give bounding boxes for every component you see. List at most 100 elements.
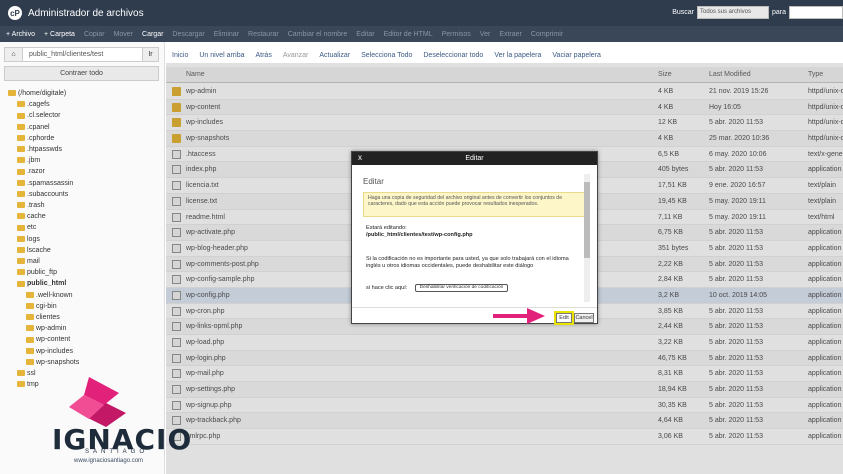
search-input[interactable]: [789, 6, 843, 19]
folder-icon: [26, 347, 34, 354]
tree-item-label: ssl: [27, 370, 36, 378]
toolbar-action-13[interactable]: Extraer: [499, 31, 522, 38]
tree-item-label: public_ftp: [27, 269, 57, 277]
tree-item-label: .subaccounts: [27, 190, 69, 198]
tree-item[interactable]: lscache: [8, 245, 79, 256]
tree-item[interactable]: cgi-bin: [8, 301, 79, 312]
tree-item-label: lscache: [27, 246, 51, 254]
tree-item-label: .razor: [27, 168, 45, 176]
tree-item[interactable]: public_html: [8, 278, 79, 289]
tree-item[interactable]: .cagefs: [8, 99, 79, 110]
toolbar-action-6[interactable]: Eliminar: [214, 31, 239, 38]
tree-item[interactable]: .razor: [8, 166, 79, 177]
tree-item-label: wp-includes: [36, 347, 73, 355]
tree-item[interactable]: .well-known: [8, 290, 79, 301]
tree-item[interactable]: .htpasswds: [8, 144, 79, 155]
tree-item[interactable]: .cphorde: [8, 133, 79, 144]
toolbar-action-3[interactable]: Mover: [114, 31, 133, 38]
tree-item[interactable]: .spamassassin: [8, 178, 79, 189]
collapse-all-button[interactable]: Contraer todo: [4, 66, 159, 81]
tree-item[interactable]: wp-admin: [8, 323, 79, 334]
dialog-heading: Editar: [363, 177, 384, 186]
tree-item-label: logs: [27, 235, 40, 243]
toolbar-action-9[interactable]: Editar: [356, 31, 374, 38]
tree-item[interactable]: .trash: [8, 200, 79, 211]
search-label: Buscar: [672, 9, 694, 16]
toolbar-action-0[interactable]: + Archivo: [6, 31, 35, 38]
nav-action-3[interactable]: Avanzar: [283, 52, 309, 59]
tree-item[interactable]: clientes: [8, 312, 79, 323]
folder-icon: [17, 157, 25, 164]
tree-item[interactable]: wp-content: [8, 334, 79, 345]
toolbar-action-7[interactable]: Restaurar: [248, 31, 279, 38]
close-icon[interactable]: x: [358, 151, 362, 164]
search-area: Buscar Todos sus archivos para: [672, 6, 843, 19]
tree-item[interactable]: .cl.selector: [8, 110, 79, 121]
toolbar-action-5[interactable]: Descargar: [172, 31, 204, 38]
nav-action-1[interactable]: Un nivel arriba: [199, 52, 244, 59]
nav-action-8[interactable]: Vaciar papelera: [552, 52, 601, 59]
nav-action-4[interactable]: Actualizar: [319, 52, 350, 59]
tree-item[interactable]: mail: [8, 256, 79, 267]
toolbar-action-4[interactable]: Cargar: [142, 31, 163, 38]
dialog-footer: Edit Cancel: [352, 307, 597, 324]
home-icon[interactable]: ⌂: [5, 48, 23, 61]
tree-item[interactable]: wp-snapshots: [8, 357, 79, 368]
folder-icon: [17, 168, 25, 175]
nav-action-6[interactable]: Deseleccionar todo: [423, 52, 483, 59]
warning-box: Haga una copia de seguridad del archivo …: [363, 192, 585, 217]
tree-item-label: etc: [27, 224, 37, 232]
folder-tree: (/home/digitale) .cagefs .cl.selector .cpan…: [8, 88, 79, 390]
folder-icon: [17, 190, 25, 197]
tree-item[interactable]: logs: [8, 234, 79, 245]
toolbar-action-12[interactable]: Ver: [480, 31, 491, 38]
folder-icon: [17, 370, 25, 377]
tree-item-label: wp-admin: [36, 325, 67, 333]
toolbar-action-10[interactable]: Editor de HTML: [384, 31, 433, 38]
tree-item-label: clientes: [36, 314, 60, 322]
cancel-button[interactable]: Cancel: [574, 313, 594, 323]
tree-item-label: .well-known: [36, 291, 73, 299]
folder-icon: [17, 134, 25, 141]
folder-icon: [17, 146, 25, 153]
folder-icon: [17, 247, 25, 253]
folder-icon: [17, 224, 25, 231]
edit-button[interactable]: Edit: [556, 313, 572, 323]
nav-action-5[interactable]: Selecciona Todo: [361, 52, 412, 59]
toolbar-action-11[interactable]: Permisos: [442, 31, 471, 38]
folder-icon: [17, 101, 25, 108]
folder-icon: [26, 325, 34, 332]
toolbar-action-2[interactable]: Copiar: [84, 31, 105, 38]
toolbar-action-1[interactable]: + Carpeta: [44, 31, 75, 38]
toolbar-action-8[interactable]: Cambiar el nombre: [288, 31, 348, 38]
search-scope-select[interactable]: Todos sus archivos: [696, 6, 769, 19]
tree-item[interactable]: etc: [8, 222, 79, 233]
path-input[interactable]: public_html/clientes/test: [23, 48, 142, 61]
tree-item[interactable]: cache: [8, 211, 79, 222]
tree-item-label: .htpasswds: [27, 146, 63, 154]
nav-action-7[interactable]: Ver la papelera: [494, 52, 541, 59]
top-bar: cP Administrador de archivos Buscar Todo…: [0, 0, 843, 26]
nav-action-0[interactable]: Inicio: [172, 52, 188, 59]
tree-item-label: tmp: [27, 381, 39, 389]
navigation-toolbar: Inicio Un nivel arriba Atrás Avanzar Actuali…: [166, 47, 843, 63]
tree-item-label: .trash: [27, 202, 45, 210]
disable-encoding-check-button[interactable]: Deshabilitar verificación de codificació…: [415, 284, 508, 292]
editing-label: Estará editando:: [366, 225, 407, 231]
cpanel-logo[interactable]: cP: [8, 6, 22, 20]
folder-icon: [17, 202, 25, 209]
tree-item[interactable]: .subaccounts: [8, 189, 79, 200]
folder-icon: [17, 213, 25, 220]
nav-action-2[interactable]: Atrás: [255, 52, 271, 59]
edit-dialog: x Editar Editar Haga una copia de seguri…: [351, 151, 598, 324]
tree-item[interactable]: .jbm: [8, 155, 79, 166]
dialog-scroll-thumb[interactable]: [584, 182, 590, 258]
go-button[interactable]: Ir: [142, 48, 158, 61]
tree-item[interactable]: public_ftp: [8, 267, 79, 278]
click-here-label: si hace clic aquí:: [366, 285, 408, 291]
tree-item[interactable]: .cpanel: [8, 122, 79, 133]
tree-item[interactable]: (/home/digitale): [8, 88, 79, 99]
tree-item[interactable]: wp-includes: [8, 346, 79, 357]
tree-item-label: .cphorde: [27, 134, 55, 142]
toolbar-action-14[interactable]: Comprimir: [531, 31, 563, 38]
